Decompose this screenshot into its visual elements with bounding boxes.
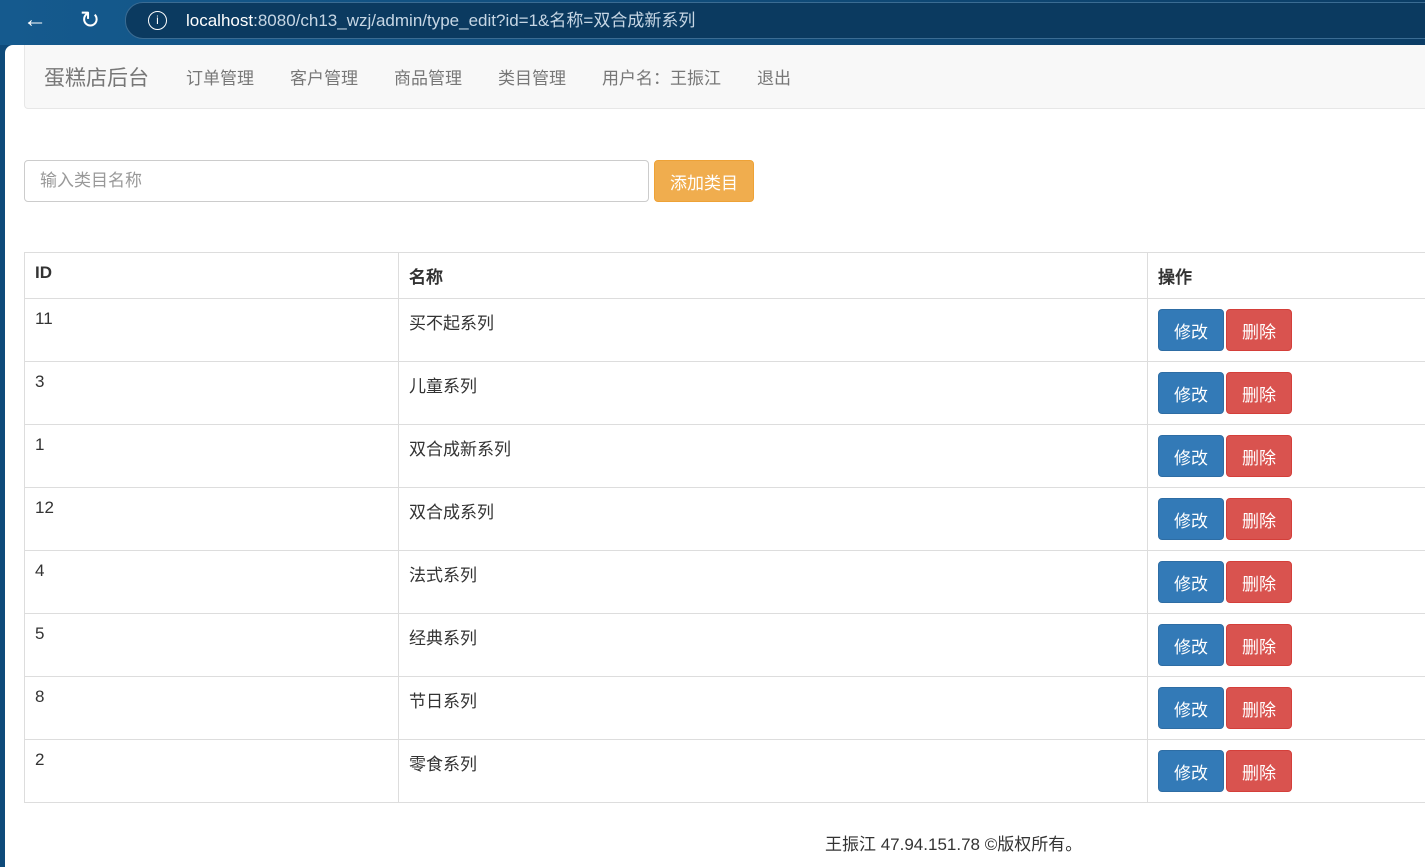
cell-id: 1 [24, 424, 399, 488]
edit-button[interactable]: 修改 [1158, 372, 1224, 414]
category-table: ID 名称 操作 11 买不起系列 修改 删除 3 儿童系列 修改 删除 1 双合成新系… [24, 252, 1425, 803]
cell-name: 经典系列 [398, 613, 1148, 677]
add-category-button[interactable]: 添加类目 [654, 160, 754, 202]
nav-orders[interactable]: 订单管理 [168, 64, 272, 89]
browser-toolbar: ← ↻ i localhost:8080/ch13_wzj/admin/type… [0, 0, 1425, 45]
cell-name: 买不起系列 [398, 298, 1148, 362]
cell-actions: 修改 删除 [1147, 676, 1425, 740]
table-row: 1 双合成新系列 修改 删除 [24, 424, 1425, 488]
cell-actions: 修改 删除 [1147, 424, 1425, 488]
address-bar[interactable]: i localhost:8080/ch13_wzj/admin/type_edi… [125, 2, 1425, 39]
cell-name: 法式系列 [398, 550, 1148, 614]
delete-button[interactable]: 删除 [1226, 435, 1292, 477]
table-row: 2 零食系列 修改 删除 [24, 739, 1425, 803]
footer: 王振江 47.94.151.78 ©版权所有。 [825, 835, 1083, 854]
table-row: 12 双合成系列 修改 删除 [24, 487, 1425, 551]
cell-name: 儿童系列 [398, 361, 1148, 425]
cell-actions: 修改 删除 [1147, 298, 1425, 362]
cell-actions: 修改 删除 [1147, 361, 1425, 425]
info-icon[interactable]: i [148, 11, 167, 30]
nav-customers[interactable]: 客户管理 [272, 64, 376, 89]
delete-button[interactable]: 删除 [1226, 372, 1292, 414]
table-row: 5 经典系列 修改 删除 [24, 613, 1425, 677]
category-name-input[interactable] [24, 160, 649, 202]
nav-categories[interactable]: 类目管理 [480, 64, 584, 89]
cell-name: 双合成系列 [398, 487, 1148, 551]
cell-name: 节日系列 [398, 676, 1148, 740]
header-name: 名称 [398, 252, 1148, 299]
edit-button[interactable]: 修改 [1158, 687, 1224, 729]
delete-button[interactable]: 删除 [1226, 309, 1292, 351]
cell-id: 5 [24, 613, 399, 677]
edit-button[interactable]: 修改 [1158, 309, 1224, 351]
cell-name: 零食系列 [398, 739, 1148, 803]
header-actions: 操作 [1147, 252, 1425, 299]
cell-id: 3 [24, 361, 399, 425]
reload-icon[interactable]: ↻ [75, 6, 105, 35]
edit-button[interactable]: 修改 [1158, 624, 1224, 666]
delete-button[interactable]: 删除 [1226, 561, 1292, 603]
edit-button[interactable]: 修改 [1158, 498, 1224, 540]
table-row: 11 买不起系列 修改 删除 [24, 298, 1425, 362]
navbar: 蛋糕店后台 订单管理 客户管理 商品管理 类目管理 用户名：王振江 退出 [24, 45, 1425, 109]
cell-name: 双合成新系列 [398, 424, 1148, 488]
cell-id: 4 [24, 550, 399, 614]
header-id: ID [24, 252, 399, 299]
cell-id: 8 [24, 676, 399, 740]
edit-button[interactable]: 修改 [1158, 435, 1224, 477]
nav-products[interactable]: 商品管理 [376, 64, 480, 89]
cell-actions: 修改 删除 [1147, 613, 1425, 677]
cell-actions: 修改 删除 [1147, 487, 1425, 551]
cell-id: 2 [24, 739, 399, 803]
cell-id: 12 [24, 487, 399, 551]
edit-button[interactable]: 修改 [1158, 561, 1224, 603]
delete-button[interactable]: 删除 [1226, 498, 1292, 540]
cell-id: 11 [24, 298, 399, 362]
add-category-form: 添加类目 [24, 160, 754, 202]
nav-logout[interactable]: 退出 [739, 64, 809, 89]
page: 蛋糕店后台 订单管理 客户管理 商品管理 类目管理 用户名：王振江 退出 添加类… [5, 45, 1425, 867]
cell-actions: 修改 删除 [1147, 550, 1425, 614]
back-arrow-icon[interactable]: ← [20, 6, 50, 34]
brand[interactable]: 蛋糕店后台 [25, 62, 168, 92]
table-row: 4 法式系列 修改 删除 [24, 550, 1425, 614]
table-row: 8 节日系列 修改 删除 [24, 676, 1425, 740]
nav-username: 用户名：王振江 [602, 69, 721, 88]
cell-actions: 修改 删除 [1147, 739, 1425, 803]
edit-button[interactable]: 修改 [1158, 750, 1224, 792]
delete-button[interactable]: 删除 [1226, 687, 1292, 729]
delete-button[interactable]: 删除 [1226, 624, 1292, 666]
delete-button[interactable]: 删除 [1226, 750, 1292, 792]
table-row: 3 儿童系列 修改 删除 [24, 361, 1425, 425]
